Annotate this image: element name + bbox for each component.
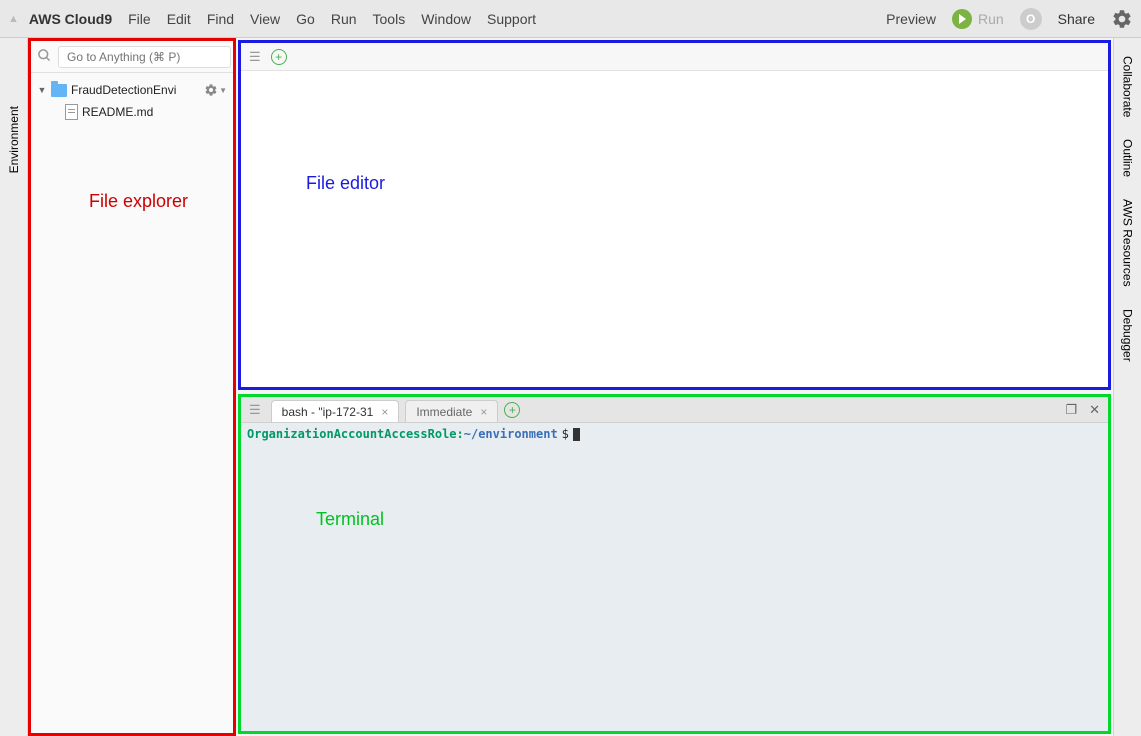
search-icon[interactable] [37,48,52,66]
left-sidebar: Environment [0,38,28,736]
app-title: AWS Cloud9 [29,11,112,27]
annotation-explorer: File explorer [89,191,188,212]
sidebar-tab-debugger[interactable]: Debugger [1121,299,1135,372]
collapse-icon[interactable]: ▲ [8,13,19,25]
tree-file-readme[interactable]: README.md [31,101,233,123]
annotation-editor: File editor [306,173,385,194]
tab-label: Immediate [416,405,472,419]
avatar[interactable]: O [1020,8,1042,30]
preview-button[interactable]: Preview [886,11,936,27]
terminal-tabstrip: ☰ bash - "ip-172-31 × Immediate × + ❐ ✕ [241,397,1108,423]
folder-icon [51,84,67,97]
folder-settings-button[interactable]: ▼ [204,83,227,97]
play-icon [952,9,972,29]
terminal-path: ~/environment [464,427,558,441]
explorer-header [31,41,233,73]
right-sidebar: Collaborate Outline AWS Resources Debugg… [1113,38,1141,736]
file-icon [65,104,78,120]
menu-go[interactable]: Go [296,11,315,27]
menu-items: File Edit Find View Go Run Tools Window … [128,11,536,27]
terminal-prompt-line: OrganizationAccountAccessRole:~/environm… [247,427,1102,441]
sidebar-tab-collaborate[interactable]: Collaborate [1121,46,1135,127]
terminal-tab-immediate[interactable]: Immediate × [405,400,498,422]
panel-menu-icon[interactable]: ☰ [249,402,261,418]
sidebar-tab-environment[interactable]: Environment [7,98,21,181]
run-button[interactable]: Run [952,9,1004,29]
file-explorer-panel: ▼ FraudDetectionEnvi ▼ README.md File ex… [28,38,236,736]
terminal-tab-bash[interactable]: bash - "ip-172-31 × [271,400,400,422]
menu-find[interactable]: Find [207,11,234,27]
sidebar-tab-aws-resources[interactable]: AWS Resources [1121,189,1135,297]
close-icon[interactable]: ✕ [1089,402,1100,418]
mini-gear-icon [204,83,218,97]
new-tab-button[interactable]: + [271,49,287,65]
run-label: Run [978,11,1004,27]
share-button[interactable]: Share [1058,11,1095,27]
avatar-initial: O [1026,12,1035,26]
terminal-panel: ☰ bash - "ip-172-31 × Immediate × + ❐ ✕ … [238,394,1111,734]
goto-input[interactable] [58,46,231,68]
gear-icon[interactable] [1111,8,1133,30]
menu-support[interactable]: Support [487,11,536,27]
menubar: ▲ AWS Cloud9 File Edit Find View Go Run … [0,0,1141,38]
close-icon[interactable]: × [381,405,388,419]
close-icon[interactable]: × [480,405,487,419]
terminal-role: OrganizationAccountAccessRole [247,427,457,441]
menu-window[interactable]: Window [421,11,471,27]
chevron-down-icon: ▼ [219,86,227,95]
editor-tabstrip: ☰ + [241,43,1108,71]
panel-menu-icon[interactable]: ☰ [249,49,261,65]
root-folder-label: FraudDetectionEnvi [71,83,200,97]
menu-view[interactable]: View [250,11,280,27]
menu-run[interactable]: Run [331,11,357,27]
menubar-right: Preview Run O Share [886,8,1133,30]
file-label: README.md [82,105,227,119]
maximize-icon[interactable]: ❐ [1065,402,1077,418]
new-terminal-tab-button[interactable]: + [504,402,520,418]
editor-panel: ☰ + File editor [238,40,1111,390]
tree-root-folder[interactable]: ▼ FraudDetectionEnvi ▼ [31,79,233,101]
menu-tools[interactable]: Tools [373,11,406,27]
terminal-prompt-symbol: $ [562,427,569,441]
file-tree: ▼ FraudDetectionEnvi ▼ README.md [31,73,233,129]
menu-file[interactable]: File [128,11,151,27]
main-layout: Environment ▼ FraudDetectionEnvi ▼ [0,38,1141,736]
terminal-body[interactable]: OrganizationAccountAccessRole:~/environm… [241,423,1108,731]
center-column: ☰ + File editor ☰ bash - "ip-172-31 × Im… [236,38,1113,736]
tab-label: bash - "ip-172-31 [282,405,374,419]
sidebar-tab-outline[interactable]: Outline [1121,129,1135,187]
menu-edit[interactable]: Edit [167,11,191,27]
chevron-down-icon: ▼ [37,85,47,95]
terminal-sep: : [457,427,464,441]
terminal-window-controls: ❐ ✕ [1065,402,1100,422]
cursor-icon [573,428,580,441]
